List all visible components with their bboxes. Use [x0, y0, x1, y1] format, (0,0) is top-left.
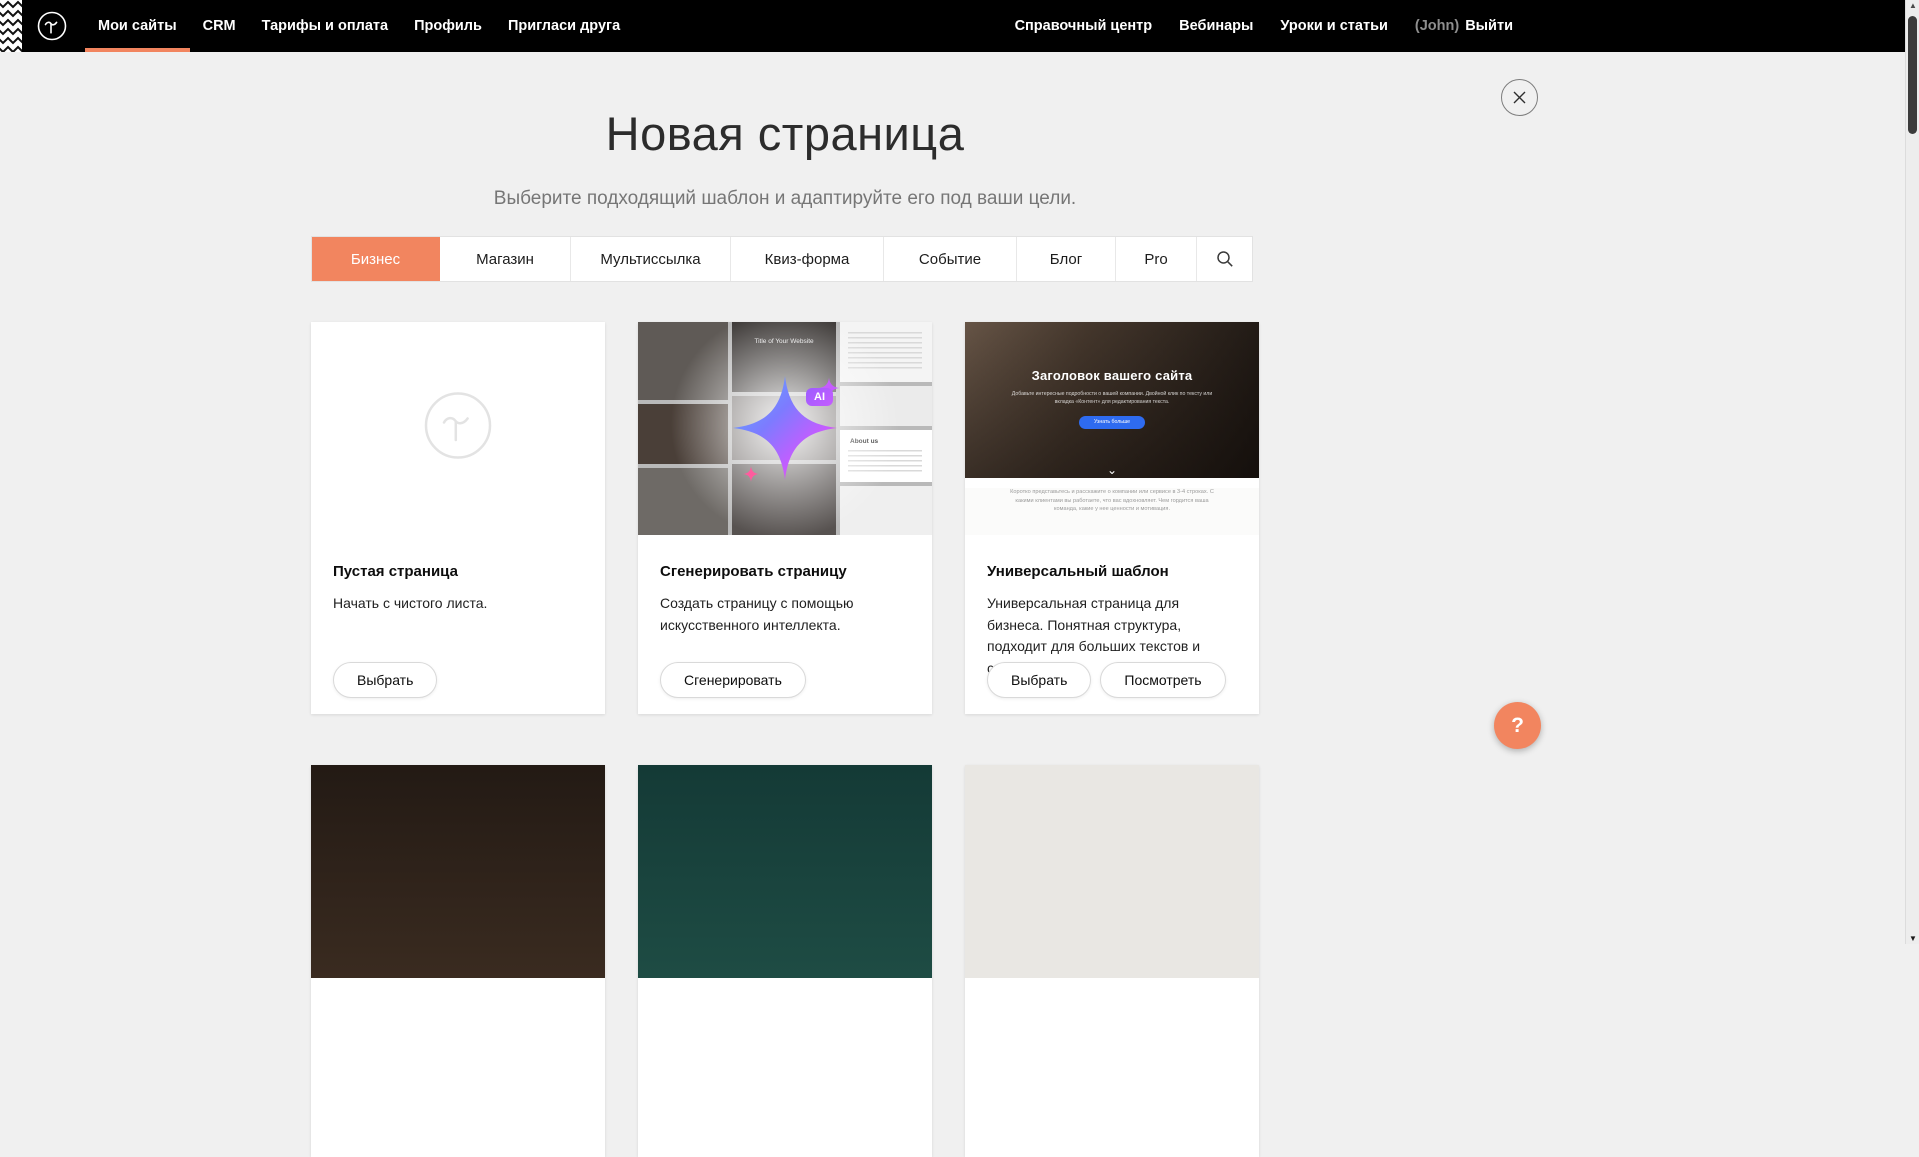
topbar: Мои сайты CRM Тарифы и оплата Профиль Пр…: [0, 0, 1905, 52]
template-grid-row2: [311, 765, 1259, 1157]
nav-item-profile[interactable]: Профиль: [401, 0, 495, 52]
template-preview: [311, 765, 605, 978]
template-card-partial[interactable]: [638, 765, 932, 1157]
card-title: Пустая страница: [333, 563, 583, 580]
card-description: Создать страницу с помощью искусственног…: [660, 593, 910, 636]
scrollbar-thumb[interactable]: [1908, 16, 1917, 134]
card-generate-page[interactable]: Title of Your Website About us: [638, 322, 932, 714]
nav-item-webinars[interactable]: Вебинары: [1179, 0, 1253, 52]
preview-heading: Заголовок вашего сайта: [965, 322, 1259, 383]
nav-item-help-center[interactable]: Справочный центр: [1015, 0, 1153, 52]
nav-item-tariffs[interactable]: Тарифы и оплата: [249, 0, 401, 52]
card-title: Универсальный шаблон: [987, 563, 1237, 580]
close-icon: [1512, 90, 1527, 105]
select-blank-button[interactable]: Выбрать: [333, 662, 437, 698]
preview-universal-button[interactable]: Посмотреть: [1100, 662, 1225, 698]
tab-pro[interactable]: Pro: [1116, 237, 1197, 281]
page-title: Новая страница: [0, 106, 1570, 161]
template-preview: [638, 765, 932, 978]
tab-business[interactable]: Бизнес: [312, 237, 440, 281]
template-preview: [965, 765, 1259, 978]
tab-quiz-form[interactable]: Квиз-форма: [731, 237, 884, 281]
card-actions: Выбрать Посмотреть: [987, 662, 1226, 698]
scroll-down-icon[interactable]: ▼: [1906, 934, 1919, 943]
preview-subtext: Добавьте интересные подробности о вашей …: [1006, 390, 1218, 407]
tab-event[interactable]: Событие: [884, 237, 1017, 281]
tab-shop[interactable]: Магазин: [440, 237, 571, 281]
universal-template-preview: Заголовок вашего сайта Добавьте интересн…: [965, 322, 1259, 535]
ai-generate-preview: Title of Your Website About us: [638, 322, 932, 535]
ai-badge: AI: [806, 388, 833, 406]
nav-item-crm[interactable]: CRM: [190, 0, 249, 52]
preview-body-text: Коротко представьтесь и расскажите о ком…: [1004, 488, 1220, 514]
card-actions: Сгенерировать: [660, 662, 806, 698]
search-icon: [1216, 250, 1234, 268]
preview-hero: Заголовок вашего сайта Добавьте интересн…: [965, 322, 1259, 478]
card-actions: Выбрать: [333, 662, 437, 698]
secondary-nav: Справочный центр Вебинары Уроки и статьи…: [1015, 0, 1513, 52]
main-nav: Мои сайты CRM Тарифы и оплата Профиль Пр…: [85, 0, 633, 52]
tilda-logo[interactable]: [35, 9, 69, 43]
ai-star-icon: [705, 348, 865, 513]
scrollbar[interactable]: ▲ ▼: [1905, 0, 1919, 944]
tab-search[interactable]: [1197, 237, 1252, 281]
blank-page-preview: [311, 322, 605, 535]
logout-link[interactable]: Выйти: [1465, 0, 1513, 52]
scroll-up-icon[interactable]: ▲: [1906, 1, 1919, 10]
nav-item-my-sites[interactable]: Мои сайты: [85, 0, 190, 52]
user-name: (John): [1415, 0, 1459, 52]
card-title: Сгенерировать страницу: [660, 563, 910, 580]
tab-blog[interactable]: Блог: [1017, 237, 1116, 281]
help-button[interactable]: ?: [1494, 702, 1541, 749]
card-body: Сгенерировать страницу Создать страницу …: [638, 535, 932, 714]
close-button[interactable]: [1501, 79, 1538, 116]
tilda-watermark-icon: [422, 390, 494, 467]
card-body: Пустая страница Начать с чистого листа. …: [311, 535, 605, 714]
nav-item-invite-friend[interactable]: Пригласи друга: [495, 0, 633, 52]
page-subtitle: Выберите подходящий шаблон и адаптируйте…: [0, 188, 1570, 210]
card-description: Начать с чистого листа.: [333, 593, 583, 615]
generate-button[interactable]: Сгенерировать: [660, 662, 806, 698]
card-body: Универсальный шаблон Универсальная стран…: [965, 535, 1259, 714]
select-universal-button[interactable]: Выбрать: [987, 662, 1091, 698]
template-card-partial[interactable]: [965, 765, 1259, 1157]
chevron-down-icon: ⌄: [965, 464, 1259, 476]
card-blank-page[interactable]: Пустая страница Начать с чистого листа. …: [311, 322, 605, 714]
template-category-tabs: Бизнес Магазин Мультиссылка Квиз-форма С…: [311, 236, 1253, 282]
template-grid: Пустая страница Начать с чистого листа. …: [311, 322, 1259, 714]
preview-cta-button: Узнать больше: [1079, 416, 1145, 429]
tab-multilink[interactable]: Мультиссылка: [571, 237, 731, 281]
template-card-partial[interactable]: [311, 765, 605, 1157]
question-mark-icon: ?: [1511, 714, 1524, 738]
preview-body-section: Коротко представьтесь и расскажите о ком…: [965, 488, 1259, 535]
user-area: (John) Выйти: [1415, 0, 1513, 52]
zigzag-pattern: [0, 0, 22, 52]
card-universal-template[interactable]: Заголовок вашего сайта Добавьте интересн…: [965, 322, 1259, 714]
nav-item-lessons[interactable]: Уроки и статьи: [1280, 0, 1387, 52]
